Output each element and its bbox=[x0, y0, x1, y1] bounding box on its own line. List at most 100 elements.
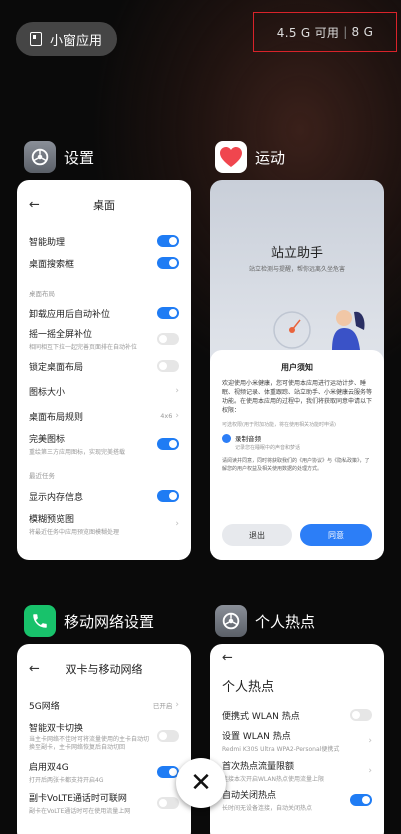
memory-separator: | bbox=[343, 25, 348, 39]
toggle-switch[interactable] bbox=[350, 709, 372, 721]
toggle-switch[interactable] bbox=[157, 307, 179, 319]
row-label: 副卡VoLTE通话时可联网 bbox=[29, 794, 127, 804]
settings-app-card[interactable]: ← 桌面 智能助理 桌面搜索框 桌面布局 卸载应用后自动补位 摇一摇全屏补位 相… bbox=[17, 180, 191, 560]
settings-row-shake[interactable]: 摇一摇全屏补位 相同相互下拉一起完善页面排在自动补位 bbox=[17, 324, 191, 354]
hotspot-app-card[interactable]: ← 个人热点 便携式 WLAN 热点 设置 WLAN 热点 Redmi K30S… bbox=[210, 644, 384, 834]
hotspot-page-title: 个人热点 bbox=[222, 680, 275, 695]
settings-row-show-memory[interactable]: 显示内存信息 bbox=[17, 484, 191, 508]
hotspot-app-name: 个人热点 bbox=[255, 612, 316, 631]
row-label: 完美图标 bbox=[29, 435, 66, 445]
settings-row-blur-preview[interactable]: 模糊预览图 将最近任务中应用预览图模糊处理 › bbox=[17, 508, 191, 540]
standing-illustration bbox=[273, 310, 365, 350]
toggle-switch[interactable] bbox=[157, 235, 179, 247]
network-app-name: 移动网络设置 bbox=[64, 612, 155, 631]
close-icon: ✕ bbox=[190, 768, 212, 798]
settings-row-grid-rule[interactable]: 桌面布局规则 4x6 › bbox=[17, 404, 191, 428]
hotspot-row-first-limit[interactable]: 首次热点流量限额 连接本次开启WLAN热点使用流量上限 › bbox=[210, 756, 384, 786]
chevron-right-icon: › bbox=[368, 736, 372, 746]
hotspot-row-setup[interactable]: 设置 WLAN 热点 Redmi K30S Ultra WPA2-Persona… bbox=[210, 726, 384, 756]
row-subtitle: 重绘第三方应用图标，实现完美搭载 bbox=[29, 449, 126, 456]
network-app-card[interactable]: ← 双卡与移动网络 5G网络 已开启 › 智能双卡切换 当主卡网络不佳时可将流量使… bbox=[17, 644, 191, 834]
network-row-dual-4g[interactable]: 启用双4G 打开后两张卡都支持开启4G bbox=[17, 756, 191, 788]
network-row-volte[interactable]: 副卡VoLTE通话时可联网 副卡在VoLTE通话时可在使用流量上网 bbox=[17, 788, 191, 818]
grid-value: 4x6 bbox=[160, 412, 173, 420]
toggle-switch[interactable] bbox=[350, 794, 372, 806]
row-subtitle: Redmi K30S Ultra WPA2-Personal便携式 bbox=[222, 746, 340, 753]
toggle-switch[interactable] bbox=[157, 490, 179, 502]
hotspot-row-portable[interactable]: 便携式 WLAN 热点 bbox=[210, 704, 384, 726]
row-subtitle: 打开后两张卡都支持开启4G bbox=[29, 777, 104, 784]
row-subtitle: 将最近任务中应用预览图模糊处理 bbox=[29, 529, 120, 536]
floating-window-icon bbox=[30, 32, 42, 46]
dialog-title: 用户须知 bbox=[281, 363, 313, 372]
settings-row-desktop-search[interactable]: 桌面搜索框 bbox=[17, 252, 191, 274]
toggle-switch[interactable] bbox=[157, 797, 179, 809]
memory-indicator: 4.5 G 可用 | 8 G bbox=[253, 12, 397, 52]
settings-row-auto-fill[interactable]: 卸载应用后自动补位 bbox=[17, 302, 191, 324]
back-arrow-icon[interactable]: ← bbox=[29, 198, 40, 213]
row-label: 桌面搜索框 bbox=[29, 259, 75, 270]
network-row-5g[interactable]: 5G网络 已开启 › bbox=[17, 694, 191, 716]
sports-app-card[interactable]: 站立助手 站立检测与提醒，帮你远离久坐危害 用户须知 欢迎使用小米健康，您可使用… bbox=[210, 180, 384, 560]
network-row-smart-switch[interactable]: 智能双卡切换 当主卡网络不佳时可将流量使用的主卡自动切换至副卡，主卡网络恢复后自… bbox=[17, 716, 191, 756]
row-subtitle: 连接本次开启WLAN热点使用流量上限 bbox=[222, 776, 325, 783]
row-label: 便携式 WLAN 热点 bbox=[222, 711, 300, 722]
row-label: 首次热点流量限额 bbox=[222, 762, 295, 772]
clear-all-button[interactable]: ✕ bbox=[176, 758, 226, 808]
row-label: 卸载应用后自动补位 bbox=[29, 309, 111, 320]
chevron-right-icon: › bbox=[175, 700, 179, 710]
row-label: 智能助理 bbox=[29, 237, 66, 248]
row-subtitle: 副卡在VoLTE通话时可在使用流量上网 bbox=[29, 808, 131, 815]
toggle-switch[interactable] bbox=[157, 360, 179, 372]
settings-app-icon bbox=[24, 141, 56, 173]
chevron-right-icon: › bbox=[175, 519, 179, 529]
hotspot-row-auto-off[interactable]: 自动关闭热点 长时间无设备连接，自动关闭热点 bbox=[210, 786, 384, 814]
microphone-icon bbox=[222, 434, 231, 443]
row-label: 5G网络 bbox=[29, 701, 60, 712]
settings-row-icon-size[interactable]: 图标大小 › bbox=[17, 378, 191, 404]
exit-button-label: 退出 bbox=[249, 530, 265, 540]
memory-total: 8 G bbox=[351, 25, 374, 39]
row-subtitle: 相同相互下拉一起完善页面排在自动补位 bbox=[29, 344, 138, 351]
chevron-right-icon: › bbox=[368, 766, 372, 776]
floating-window-apps-button[interactable]: 小窗应用 bbox=[16, 22, 117, 56]
sports-app-icon bbox=[215, 141, 247, 173]
toggle-switch[interactable] bbox=[157, 438, 179, 450]
permission-title: 录制音频 bbox=[235, 435, 261, 443]
floating-window-label: 小窗应用 bbox=[50, 33, 103, 49]
row-subtitle: 当主卡网络不佳时可将流量使用的主卡自动切换至副卡，主卡网络恢复后自动切回 bbox=[29, 735, 150, 751]
section-header-recents: 最近任务 bbox=[29, 472, 55, 480]
network-app-header[interactable]: 移动网络设置 bbox=[24, 605, 154, 637]
dialog-body: 欢迎使用小米健康，您可使用本应用进行运动计步、睡眠、视频记录、体重跟踪、站立助手… bbox=[222, 380, 373, 414]
row-label: 锁定桌面布局 bbox=[29, 362, 84, 373]
network-page-header: ← 双卡与移动网络 bbox=[17, 644, 191, 694]
agree-button[interactable]: 同意 bbox=[300, 524, 372, 546]
user-notice-dialog: 用户须知 欢迎使用小米健康，您可使用本应用进行运动计步、睡眠、视频记录、体重跟踪… bbox=[210, 350, 384, 560]
back-arrow-icon[interactable]: ← bbox=[222, 651, 233, 666]
settings-app-header[interactable]: 设置 bbox=[24, 141, 94, 173]
toggle-switch[interactable] bbox=[157, 730, 179, 742]
sports-app-header[interactable]: 运动 bbox=[215, 141, 285, 173]
row-label: 模糊预览图 bbox=[29, 515, 75, 525]
standing-assistant-title: 站立助手 bbox=[270, 246, 323, 261]
row-label: 图标大小 bbox=[29, 387, 66, 398]
settings-row-lock-layout[interactable]: 锁定桌面布局 bbox=[17, 354, 191, 378]
back-arrow-icon[interactable]: ← bbox=[29, 662, 40, 677]
toggle-switch[interactable] bbox=[157, 333, 179, 345]
agree-button-label: 同意 bbox=[328, 530, 344, 540]
settings-row-smart-assistant[interactable]: 智能助理 bbox=[17, 230, 191, 252]
settings-row-perfect-icon[interactable]: 完美图标 重绘第三方应用图标，实现完美搭载 bbox=[17, 428, 191, 460]
permission-desc: 记录您在睡眠中的声音和梦话 bbox=[235, 445, 301, 451]
row-label: 启用双4G bbox=[29, 763, 69, 773]
exit-button[interactable]: 退出 bbox=[222, 524, 292, 546]
sports-app-name: 运动 bbox=[255, 148, 286, 167]
memory-available: 4.5 G 可用 bbox=[276, 25, 340, 40]
row-label: 设置 WLAN 热点 bbox=[222, 732, 291, 742]
hotspot-app-header[interactable]: 个人热点 bbox=[215, 605, 315, 637]
dialog-hint: 可选权限(用于附加功能，将在使用相关功能时申请) bbox=[222, 422, 336, 428]
row-label: 摇一摇全屏补位 bbox=[29, 330, 93, 340]
toggle-switch[interactable] bbox=[157, 257, 179, 269]
settings-page-header: ← 桌面 bbox=[17, 180, 191, 230]
standing-assistant-subtitle: 站立检测与提醒，帮你远离久坐危害 bbox=[248, 266, 345, 273]
settings-page-title: 桌面 bbox=[93, 199, 115, 212]
